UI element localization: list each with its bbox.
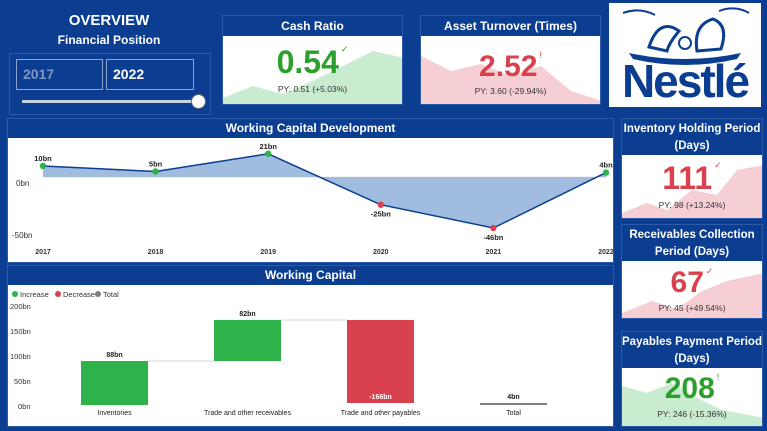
legend-total-marker bbox=[95, 291, 101, 297]
x-tick-label: 2021 bbox=[486, 249, 502, 256]
waterfall-bar[interactable] bbox=[214, 320, 281, 361]
data-point[interactable] bbox=[265, 150, 272, 157]
y-tick-label: 0bn bbox=[16, 179, 29, 188]
nestle-logo: Nestlé bbox=[609, 3, 761, 107]
waterfall-bar[interactable] bbox=[347, 320, 414, 403]
chart-title: Working Capital bbox=[8, 266, 613, 285]
data-label: 4bn bbox=[599, 161, 613, 170]
y-tick-label: 0bn bbox=[18, 402, 31, 411]
legend-decrease-label: Decrease bbox=[63, 290, 95, 299]
x-tick-label: Inventories bbox=[97, 410, 132, 417]
kpi-title: Payables Payment Period (Days) bbox=[622, 332, 762, 368]
y-tick-label: 150bn bbox=[10, 327, 31, 336]
x-tick-label: Trade and other receivables bbox=[204, 410, 291, 417]
data-label: -46bn bbox=[483, 233, 503, 242]
kpi-card-receivables: Receivables Collection Period (Days) 67 ✓… bbox=[621, 224, 763, 319]
page-subtitle: Financial Position bbox=[57, 33, 161, 47]
data-label: 88bn bbox=[106, 352, 122, 359]
legend-total-label: Total bbox=[103, 290, 119, 299]
data-label: 4bn bbox=[507, 394, 519, 401]
y-tick-label: 200bn bbox=[10, 302, 31, 311]
chart-legend: Increase Decrease Total bbox=[12, 290, 119, 299]
slider-handle[interactable] bbox=[191, 94, 206, 109]
kpi-card-inventory: Inventory Holding Period (Days) 111 ✓ PY:… bbox=[621, 118, 763, 219]
x-tick-label: Total bbox=[506, 410, 521, 417]
working-capital-chart: Increase Decrease Total 0bn 50bn 100bn 1… bbox=[10, 290, 547, 417]
slider-track[interactable] bbox=[22, 100, 200, 103]
kpi-value: 67 ✓ bbox=[670, 266, 714, 299]
kpi-prior-year: PY: 45 (+49.54%) bbox=[658, 303, 726, 313]
working-capital-panel: Working Capital Increase Decrease Total … bbox=[7, 265, 614, 427]
kpi-prior-year: PY: 0.51 (+5.03%) bbox=[277, 84, 348, 94]
page-title: OVERVIEW bbox=[68, 12, 150, 29]
chart-title: Working Capital Development bbox=[8, 119, 613, 138]
x-tick-label: 2020 bbox=[373, 249, 389, 256]
kpi-prior-year: PY: 3.60 (-29.94%) bbox=[474, 86, 547, 96]
kpi-prior-year: PY: 246 (-15.36%) bbox=[657, 409, 727, 419]
y-tick-label: 100bn bbox=[10, 352, 31, 361]
legend-decrease-marker bbox=[55, 291, 61, 297]
data-label: 82bn bbox=[239, 311, 255, 318]
kpi-card-cash-ratio: Cash Ratio 0.54 ✓ PY: 0.51 (+5.03%) bbox=[222, 15, 403, 105]
legend-increase-marker bbox=[12, 291, 18, 297]
y-tick-label: 50bn bbox=[14, 377, 31, 386]
x-tick-label: 2019 bbox=[260, 249, 276, 256]
year-slicer[interactable]: 2017 2022 bbox=[9, 53, 211, 115]
data-label: 5bn bbox=[149, 159, 163, 168]
end-year-input[interactable]: 2022 bbox=[106, 59, 194, 90]
start-year-input[interactable]: 2017 bbox=[16, 59, 103, 90]
kpi-title: Asset Turnover (Times) bbox=[421, 16, 600, 36]
data-label: 21bn bbox=[259, 142, 277, 151]
area-fill bbox=[43, 153, 606, 229]
data-point[interactable] bbox=[490, 224, 497, 232]
kpi-prior-year: PY: 98 (+13.24%) bbox=[658, 200, 726, 210]
waterfall-bar[interactable] bbox=[81, 361, 148, 405]
data-label: -166bn bbox=[369, 394, 392, 401]
x-tick-label: 2022 bbox=[598, 249, 614, 256]
data-point[interactable] bbox=[39, 162, 47, 170]
data-label: 10bn bbox=[34, 154, 52, 163]
kpi-card-payables: Payables Payment Period (Days) 208! PY: … bbox=[621, 331, 763, 427]
kpi-value: 0.54 ✓ bbox=[276, 44, 349, 80]
y-tick-label: -50bn bbox=[12, 231, 32, 240]
x-tick-label: 2017 bbox=[35, 249, 51, 256]
logo-wordmark: Nestlé bbox=[621, 55, 750, 107]
kpi-card-asset-turnover: Asset Turnover (Times) 2.52! PY: 3.60 (-… bbox=[420, 15, 601, 105]
data-label: -25bn bbox=[371, 210, 391, 219]
data-point[interactable] bbox=[602, 169, 610, 176]
legend-increase-label: Increase bbox=[20, 290, 49, 299]
kpi-value: 111 ✓ bbox=[662, 160, 722, 196]
data-point[interactable] bbox=[152, 168, 159, 175]
kpi-title: Receivables Collection Period (Days) bbox=[622, 225, 762, 261]
waterfall-bar[interactable] bbox=[480, 403, 547, 405]
data-point[interactable] bbox=[377, 201, 384, 208]
kpi-value: 2.52! bbox=[479, 50, 542, 83]
kpi-value: 208! bbox=[664, 372, 720, 405]
x-tick-label: 2018 bbox=[148, 249, 164, 256]
x-tick-label: Trade and other payables bbox=[341, 410, 421, 417]
wc-development-panel: Working Capital Development 0bn -50bn 10… bbox=[7, 118, 614, 263]
kpi-title: Cash Ratio bbox=[223, 16, 402, 36]
kpi-title: Inventory Holding Period (Days) bbox=[622, 119, 762, 155]
wc-development-chart: 0bn -50bn 10bn 2017 5bn 2018 21bn 2019 -25bn 20… bbox=[12, 142, 614, 256]
